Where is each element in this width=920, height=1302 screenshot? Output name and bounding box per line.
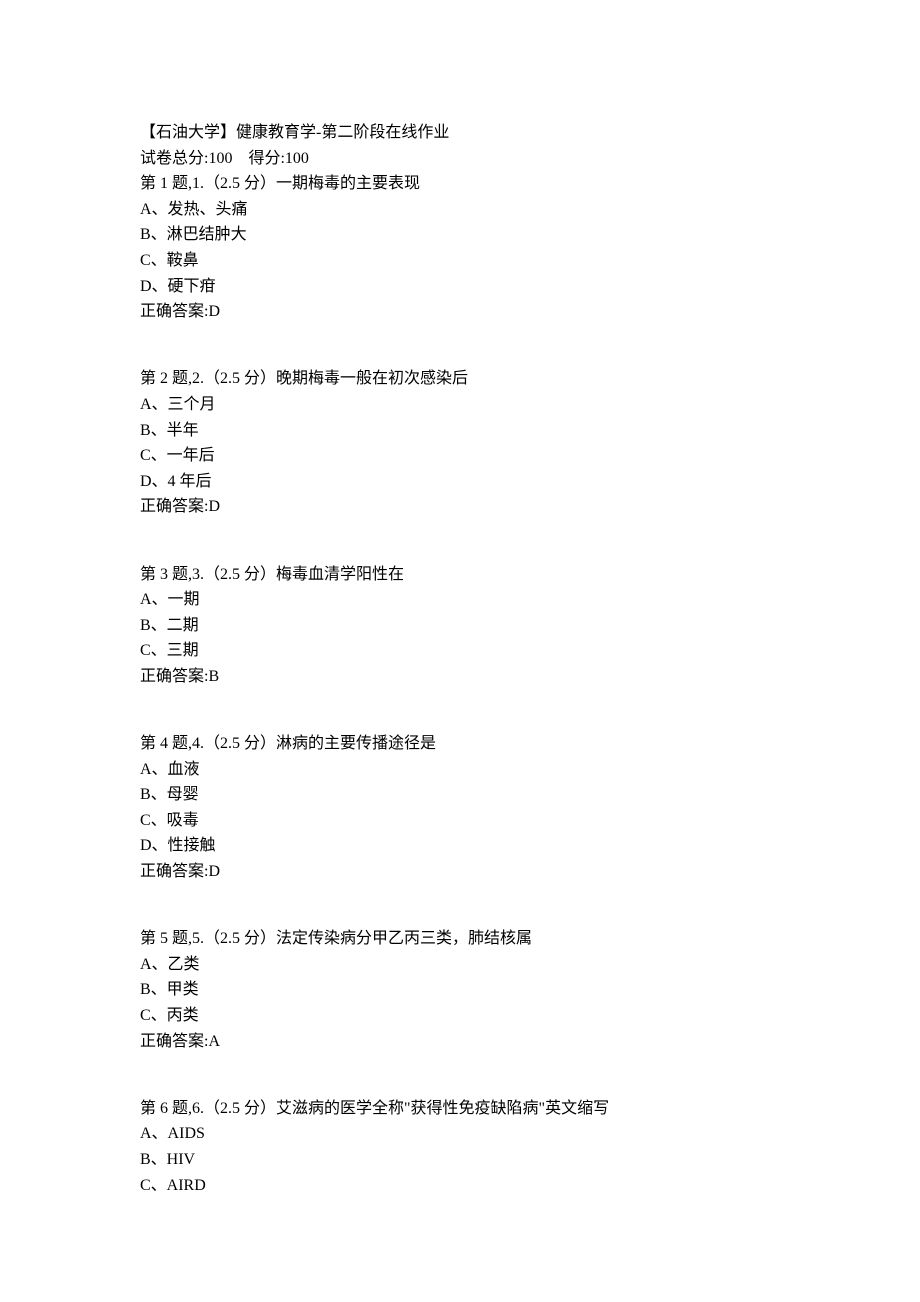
option-b: B、甲类: [140, 977, 780, 1003]
option-a: A、一期: [140, 587, 780, 613]
answer-label: 正确答案:A: [140, 1029, 780, 1055]
option-a: A、AIDS: [140, 1121, 780, 1147]
answer-label: 正确答案:D: [140, 859, 780, 885]
question-6: 第 6 题,6.（2.5 分）艾滋病的医学全称"获得性免疫缺陷病"英文缩写 A、…: [140, 1096, 780, 1198]
option-a: A、乙类: [140, 952, 780, 978]
spacer: [140, 885, 780, 927]
option-d: D、性接触: [140, 833, 780, 859]
option-a: A、发热、头痛: [140, 197, 780, 223]
question-3: 第 3 题,3.（2.5 分）梅毒血清学阳性在 A、一期 B、二期 C、三期 正…: [140, 562, 780, 690]
question-stem: 第 3 题,3.（2.5 分）梅毒血清学阳性在: [140, 562, 780, 588]
answer-label: 正确答案:D: [140, 494, 780, 520]
question-stem: 第 5 题,5.（2.5 分）法定传染病分甲乙丙三类，肺结核属: [140, 926, 780, 952]
question-text: 一期梅毒的主要表现: [276, 175, 420, 192]
question-prefix: 第 6 题,6.（2.5 分）: [140, 1100, 276, 1117]
answer-label: 正确答案:D: [140, 299, 780, 325]
option-b: B、二期: [140, 613, 780, 639]
option-c: C、三期: [140, 638, 780, 664]
page-title: 【石油大学】健康教育学-第二阶段在线作业: [140, 120, 780, 146]
score-total: 试卷总分:100: [140, 150, 232, 167]
question-5: 第 5 题,5.（2.5 分）法定传染病分甲乙丙三类，肺结核属 A、乙类 B、甲…: [140, 926, 780, 1054]
answer-label: 正确答案:B: [140, 664, 780, 690]
option-a: A、三个月: [140, 392, 780, 418]
option-b: B、半年: [140, 418, 780, 444]
spacer: [140, 325, 780, 367]
option-c: C、鞍鼻: [140, 248, 780, 274]
question-2: 第 2 题,2.（2.5 分）晚期梅毒一般在初次感染后 A、三个月 B、半年 C…: [140, 366, 780, 520]
question-text: 梅毒血清学阳性在: [276, 566, 404, 583]
spacer: [140, 1054, 780, 1096]
option-b: B、母婴: [140, 782, 780, 808]
question-stem: 第 1 题,1.（2.5 分）一期梅毒的主要表现: [140, 171, 780, 197]
question-1: 第 1 题,1.（2.5 分）一期梅毒的主要表现 A、发热、头痛 B、淋巴结肿大…: [140, 171, 780, 325]
question-prefix: 第 2 题,2.（2.5 分）: [140, 370, 276, 387]
question-text: 法定传染病分甲乙丙三类，肺结核属: [276, 930, 532, 947]
option-b: B、HIV: [140, 1147, 780, 1173]
option-c: C、AIRD: [140, 1173, 780, 1199]
score-get: 得分:100: [248, 150, 308, 167]
question-prefix: 第 3 题,3.（2.5 分）: [140, 566, 276, 583]
option-c: C、一年后: [140, 443, 780, 469]
option-d: D、4 年后: [140, 469, 780, 495]
question-prefix: 第 1 题,1.（2.5 分）: [140, 175, 276, 192]
question-stem: 第 2 题,2.（2.5 分）晚期梅毒一般在初次感染后: [140, 366, 780, 392]
option-d: D、硬下疳: [140, 274, 780, 300]
option-b: B、淋巴结肿大: [140, 222, 780, 248]
score-line: 试卷总分:100 得分:100: [140, 146, 780, 172]
question-text: 淋病的主要传播途径是: [276, 735, 436, 752]
question-4: 第 4 题,4.（2.5 分）淋病的主要传播途径是 A、血液 B、母婴 C、吸毒…: [140, 731, 780, 885]
spacer: [140, 520, 780, 562]
option-a: A、血液: [140, 757, 780, 783]
option-c: C、吸毒: [140, 808, 780, 834]
question-prefix: 第 4 题,4.（2.5 分）: [140, 735, 276, 752]
question-stem: 第 4 题,4.（2.5 分）淋病的主要传播途径是: [140, 731, 780, 757]
question-text: 晚期梅毒一般在初次感染后: [276, 370, 468, 387]
option-c: C、丙类: [140, 1003, 780, 1029]
question-stem: 第 6 题,6.（2.5 分）艾滋病的医学全称"获得性免疫缺陷病"英文缩写: [140, 1096, 780, 1122]
question-prefix: 第 5 题,5.（2.5 分）: [140, 930, 276, 947]
question-text: 艾滋病的医学全称"获得性免疫缺陷病"英文缩写: [276, 1100, 609, 1117]
spacer: [140, 689, 780, 731]
